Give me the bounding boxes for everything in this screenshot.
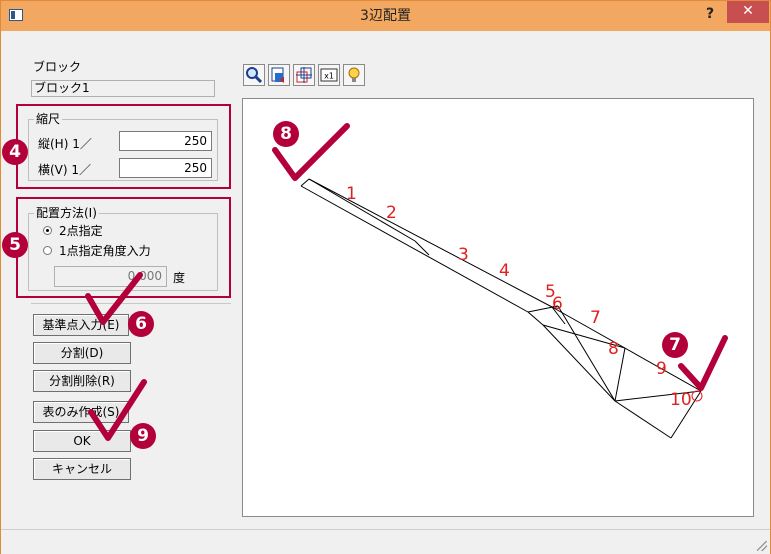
step-badge-4: 4 <box>2 139 28 165</box>
canvas-label-10: 10 <box>670 390 692 410</box>
block-field: ブロック1 <box>31 80 215 97</box>
close-button[interactable]: ✕ <box>727 1 769 23</box>
step-badge-9: 9 <box>130 423 156 449</box>
zoom-extents-icon[interactable] <box>268 64 290 86</box>
vertical-scale-label: 縦(H) 1／ <box>38 137 92 151</box>
window-title: 3辺配置 <box>360 8 411 24</box>
one-point-angle-label[interactable]: 1点指定角度入力 <box>59 242 151 259</box>
canvas-label-7: 7 <box>590 308 601 328</box>
dialog-window: 3辺配置 ? ✕ ブロック ブロック1 縮尺 縦(H) 1／ 250 横(V) … <box>0 0 771 554</box>
one-point-angle-radio[interactable] <box>43 246 52 255</box>
canvas-label-2: 2 <box>386 203 397 223</box>
ok-button[interactable]: OK <box>33 430 131 452</box>
split-delete-button[interactable]: 分割削除(R) <box>33 370 131 392</box>
canvas-label-4: 4 <box>499 261 510 281</box>
step-badge-7: 7 <box>662 332 688 358</box>
lightbulb-icon[interactable] <box>343 64 365 86</box>
step-badge-8: 8 <box>273 121 299 147</box>
two-point-radio[interactable] <box>43 226 52 235</box>
resize-grip-icon[interactable] <box>757 541 767 551</box>
cancel-button[interactable]: キャンセル <box>33 458 131 480</box>
horizontal-scale-input[interactable]: 250 <box>119 158 212 178</box>
zoom-icon[interactable] <box>243 64 265 86</box>
block-label: ブロック <box>33 60 82 74</box>
center-icon[interactable] <box>293 64 315 86</box>
scale-legend: 縮尺 <box>34 110 63 127</box>
base-point-input-button[interactable]: 基準点入力(E) <box>33 314 129 336</box>
angle-input[interactable]: 0.000 <box>54 266 167 287</box>
canvas-label-9: 9 <box>656 359 667 379</box>
point-marker <box>691 390 703 402</box>
canvas-label-6: 6 <box>552 294 563 314</box>
separator <box>31 303 231 304</box>
svg-text:x1: x1 <box>324 72 334 81</box>
horizontal-scale-label: 横(V) 1／ <box>38 163 92 177</box>
triangle-drawing: 1 2 3 4 5 6 7 8 9 10 <box>300 178 703 439</box>
angle-unit-label: 度 <box>173 271 186 285</box>
step-badge-6: 6 <box>128 311 154 337</box>
vertical-scale-input[interactable]: 250 <box>119 131 212 151</box>
help-button[interactable]: ? <box>696 3 724 27</box>
drawing-canvas[interactable]: 1 2 3 4 5 6 7 8 9 10 <box>242 98 754 517</box>
step-badge-5: 5 <box>2 232 28 258</box>
status-bar <box>1 529 770 554</box>
scale-x1-icon[interactable]: x1 <box>318 64 340 86</box>
split-button[interactable]: 分割(D) <box>33 342 131 364</box>
table-only-button[interactable]: 表のみ作成(S) <box>33 401 129 423</box>
canvas-label-1: 1 <box>346 184 357 204</box>
canvas-label-3: 3 <box>458 245 469 265</box>
canvas-label-8: 8 <box>608 339 619 359</box>
title-bar[interactable]: 3辺配置 ? ✕ <box>1 1 770 31</box>
two-point-label[interactable]: 2点指定 <box>59 222 103 239</box>
placement-legend: 配置方法(I) <box>34 204 99 221</box>
